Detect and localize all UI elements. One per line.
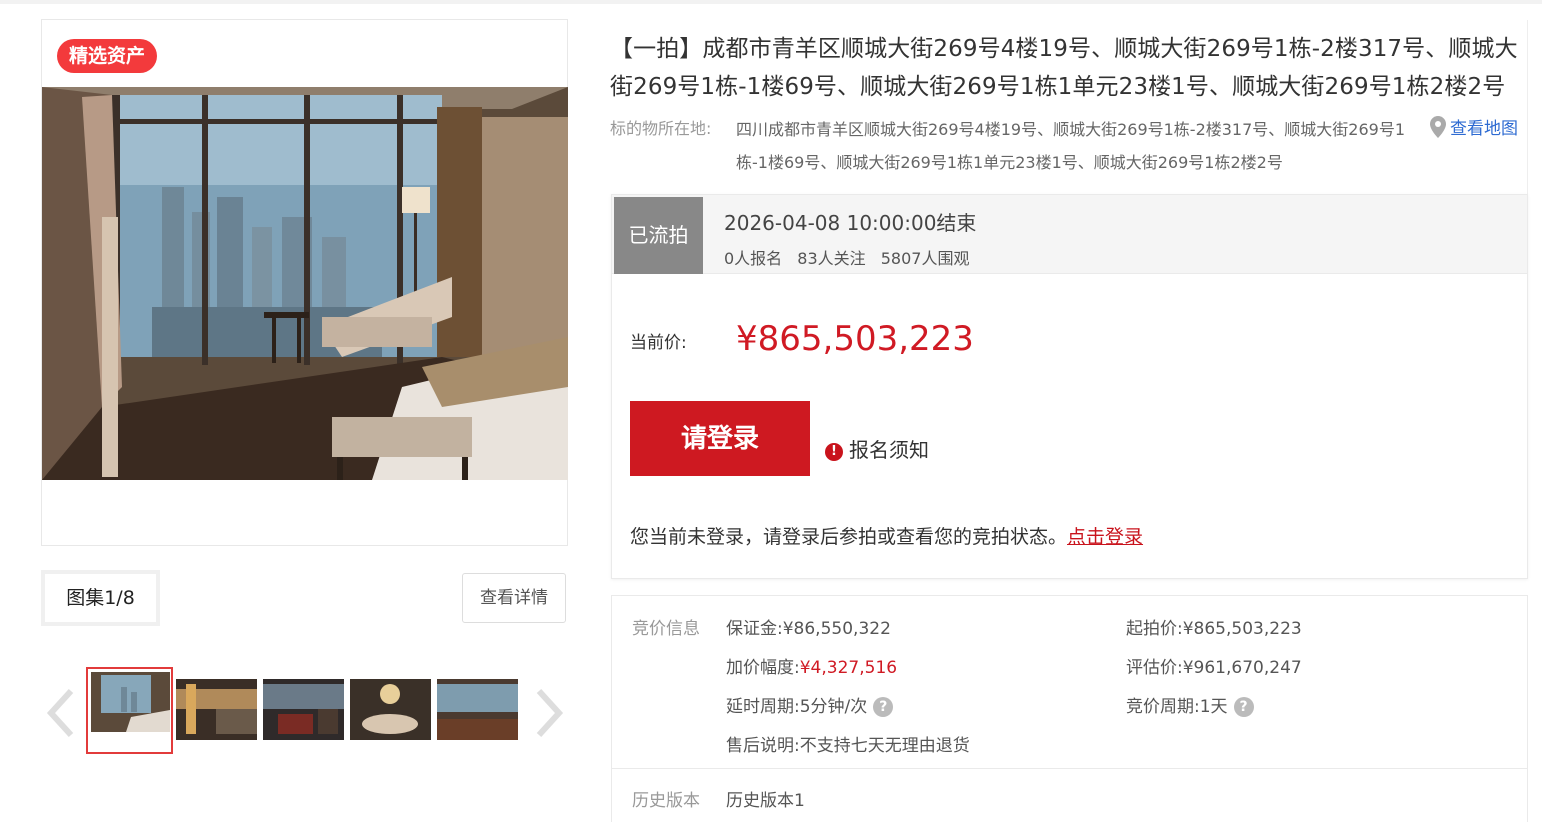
end-time: 2026-04-08 10:00:00结束 xyxy=(724,211,977,235)
history-divider xyxy=(612,768,1527,769)
auction-title: 【一拍】成都市青羊区顺城大街269号4楼19号、顺城大街269号1栋-2楼317… xyxy=(610,36,1518,100)
help-icon[interactable]: ? xyxy=(1233,697,1254,717)
delay-label: 延时周期: xyxy=(726,697,800,717)
signup-notice-label[interactable]: 报名须知 xyxy=(849,438,929,462)
history-version-link[interactable]: 历史版本1 xyxy=(726,786,805,811)
follower-count: 83人关注 xyxy=(797,249,866,268)
appraisal-value: ¥961,670,247 xyxy=(1182,658,1302,678)
main-image-frame[interactable]: 精选资产 xyxy=(41,19,568,546)
login-button[interactable]: 请登录 xyxy=(630,401,810,476)
viewer-count: 5807人围观 xyxy=(880,249,970,268)
view-map-link[interactable]: 查看地图 xyxy=(1430,115,1518,143)
current-price: ¥865,503,223 xyxy=(736,319,974,359)
cycle-value: 1天 xyxy=(1199,697,1228,717)
right-edge-divider xyxy=(1527,20,1542,470)
starting-price-value: ¥865,503,223 xyxy=(1182,619,1302,639)
featured-asset-badge: 精选资产 xyxy=(57,39,158,73)
starting-price-label: 起拍价: xyxy=(1126,619,1183,639)
history-label: 历史版本 xyxy=(632,791,700,811)
participation-counts: 0人报名 83人关注 5807人围观 xyxy=(724,245,979,269)
thumb-prev-arrow-icon[interactable] xyxy=(43,687,79,739)
appraisal-label: 评估价: xyxy=(1126,658,1183,678)
thumbnail-4[interactable] xyxy=(350,679,431,740)
delay-row: 延时周期:5分钟/次? xyxy=(726,692,894,717)
help-icon[interactable]: ? xyxy=(873,697,894,717)
current-price-label: 当前价: xyxy=(630,333,687,353)
bid-info-section-label: 竞价信息 xyxy=(632,619,700,639)
thumbnail-5[interactable] xyxy=(437,679,518,740)
thumb-next-arrow-icon[interactable] xyxy=(531,687,567,739)
delay-value: 5分钟/次 xyxy=(799,697,868,717)
login-hint-text: 您当前未登录，请登录后参拍或查看您的竞拍状态。 xyxy=(630,526,1068,548)
gallery-counter-button[interactable]: 图集1/8 xyxy=(41,570,160,626)
main-photo[interactable] xyxy=(42,87,568,480)
aftersale-row: 售后说明:不支持七天无理由退货 xyxy=(726,731,970,756)
aftersale-value: 不支持七天无理由退货 xyxy=(799,736,970,756)
map-pin-icon xyxy=(1430,116,1446,138)
aftersale-label: 售后说明: xyxy=(726,736,800,756)
cycle-label: 竞价周期: xyxy=(1126,697,1200,717)
status-tag: 已流拍 xyxy=(614,197,703,274)
thumbnail-1-selected[interactable] xyxy=(86,667,173,754)
increment-label: 加价幅度: xyxy=(726,658,800,678)
signup-notice-link[interactable]: ! 报名须知 xyxy=(825,434,929,463)
cycle-row: 竞价周期:1天? xyxy=(1126,692,1254,717)
deposit-label: 保证金: xyxy=(726,619,783,639)
bid-panel: 已流拍 2026-04-08 10:00:00结束 0人报名 83人关注 580… xyxy=(611,194,1528,579)
appraisal-row: 评估价:¥961,670,247 xyxy=(1126,653,1302,678)
bid-info-panel: 竞价信息 保证金:¥86,550,322 起拍价:¥865,503,223 加价… xyxy=(611,595,1528,822)
room-photo-image xyxy=(42,87,568,480)
thumbnail-2[interactable] xyxy=(176,679,257,740)
click-login-link[interactable]: 点击登录 xyxy=(1067,526,1143,548)
top-divider xyxy=(0,0,1542,4)
increment-row: 加价幅度:¥4,327,516 xyxy=(726,653,897,678)
increment-value: ¥4,327,516 xyxy=(799,658,898,678)
login-hint: 您当前未登录，请登录后参拍或查看您的竞拍状态。点击登录 xyxy=(630,522,1143,549)
location-label: 标的物所在地: xyxy=(610,119,712,138)
alert-icon: ! xyxy=(825,443,843,461)
view-details-button[interactable]: 查看详情 xyxy=(462,573,566,623)
thumbnail-3[interactable] xyxy=(263,679,344,740)
starting-price-row: 起拍价:¥865,503,223 xyxy=(1126,614,1302,639)
deposit-value: ¥86,550,322 xyxy=(782,619,891,639)
thumbnail-image xyxy=(91,672,170,732)
view-map-label[interactable]: 查看地图 xyxy=(1450,119,1518,139)
location-text: 四川成都市青羊区顺城大街269号4楼19号、顺城大街269号1栋-2楼317号、… xyxy=(736,120,1406,172)
deposit-row: 保证金:¥86,550,322 xyxy=(726,614,891,639)
signup-count: 0人报名 xyxy=(724,249,783,268)
auction-status-bar: 已流拍 2026-04-08 10:00:00结束 0人报名 83人关注 580… xyxy=(612,195,1527,274)
